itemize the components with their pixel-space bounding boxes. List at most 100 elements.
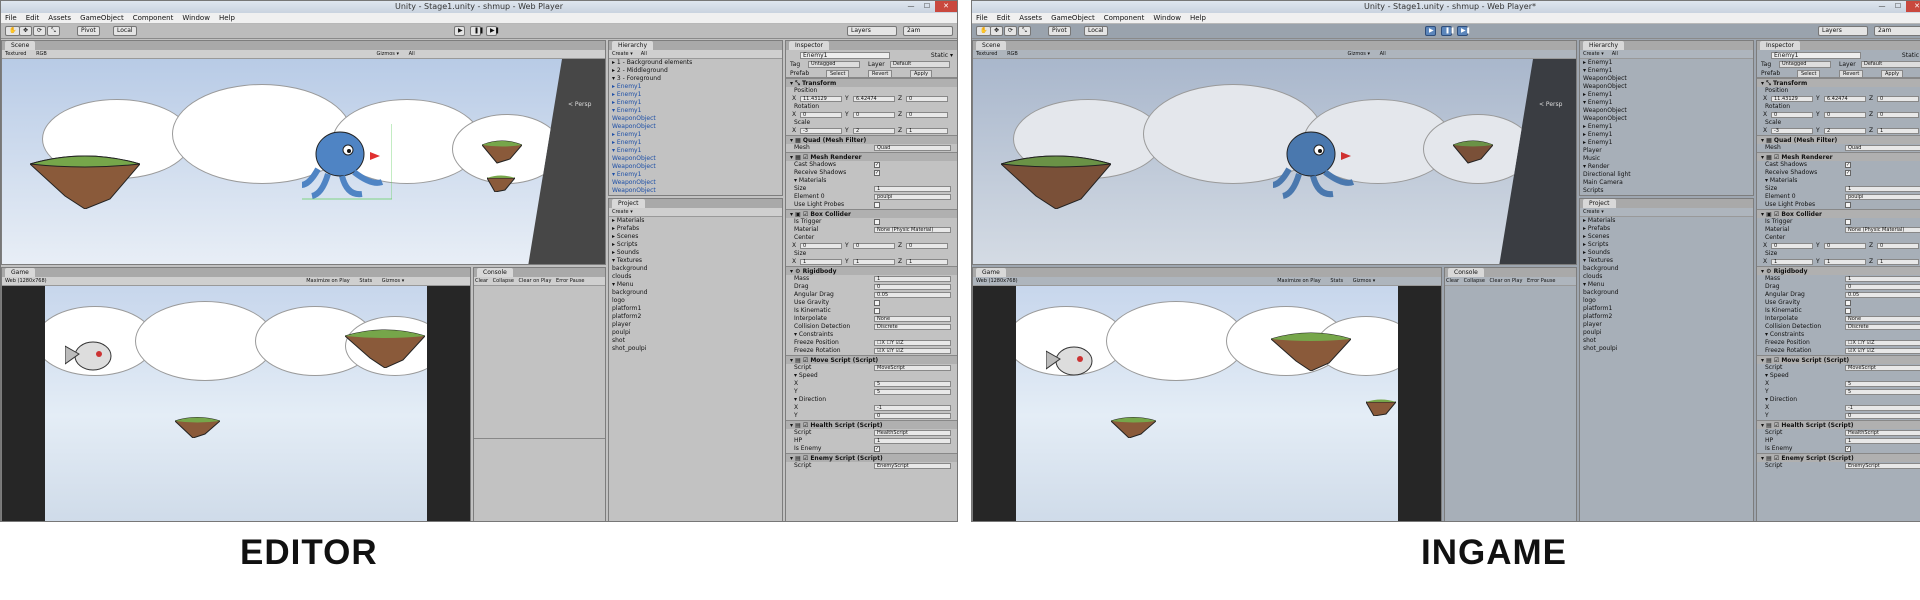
game-viewport[interactable] [2, 286, 470, 521]
tab-game[interactable]: Game [5, 268, 35, 277]
property-checkbox[interactable] [1845, 219, 1851, 225]
game-viewport[interactable] [973, 286, 1441, 521]
project-item[interactable]: ▸ Materials [1580, 217, 1753, 225]
vector-z-input[interactable]: 0 [906, 243, 948, 249]
hierarchy-item[interactable]: ▾ Enemy1 [1580, 99, 1753, 107]
property-checkbox[interactable]: ✓ [874, 162, 880, 168]
hierarchy-item[interactable]: ▸ Enemy1 [1580, 91, 1753, 99]
prefab-revert-button[interactable]: Revert [1839, 70, 1864, 78]
project-item[interactable]: ▾ Menu [1580, 281, 1753, 289]
game-gizmos-dropdown[interactable]: Gizmos ▾ [382, 277, 405, 286]
hierarchy-item[interactable]: Music [1580, 155, 1753, 163]
property-value[interactable]: 1 [874, 276, 951, 282]
shading-mode-dropdown[interactable]: Textured [5, 50, 26, 59]
hierarchy-item[interactable]: ▸ 2 - Middleground [609, 67, 782, 75]
component-header[interactable]: ▾ ⚙ Rigidbody [786, 266, 957, 275]
hierarchy-item[interactable]: ▾ Enemy1 [609, 171, 782, 179]
project-item[interactable]: clouds [609, 273, 782, 281]
property-value[interactable]: 0 [874, 413, 951, 419]
project-item[interactable]: ▾ Textures [1580, 257, 1753, 265]
pivot-toggle[interactable]: Pivot [77, 26, 100, 36]
component-header[interactable]: ▾ ▤ ☑ Health Script (Script) [1757, 420, 1920, 429]
hierarchy-item[interactable]: WeaponObject [609, 115, 782, 123]
project-item[interactable]: poulpi [609, 329, 782, 337]
component-header[interactable]: ▾ ▤ ☑ Move Script (Script) [1757, 355, 1920, 364]
project-item[interactable]: clouds [1580, 273, 1753, 281]
hierarchy-item[interactable]: Directional light [1580, 171, 1753, 179]
maximize-on-play-toggle[interactable]: Maximize on Play [1277, 277, 1321, 286]
hierarchy-item[interactable]: WeaponObject [1580, 75, 1753, 83]
project-create-button[interactable]: Create ▾ [612, 208, 633, 217]
menu-file[interactable]: File [976, 13, 988, 23]
tab-inspector[interactable]: Inspector [789, 41, 829, 50]
menu-component[interactable]: Component [1104, 13, 1145, 23]
rotate-tool-icon[interactable]: ⟳ [33, 26, 47, 36]
component-header[interactable]: ▾ ▦ ☑ Mesh Renderer [1757, 152, 1920, 161]
menu-file[interactable]: File [5, 13, 17, 23]
object-name-field[interactable]: Enemy1 [1771, 52, 1861, 59]
vector-x-input[interactable]: 11.43129 [800, 96, 842, 102]
prefab-select-button[interactable]: Select [1797, 70, 1821, 78]
property-value[interactable]: ☐X ☐Y ☑Z [874, 340, 951, 346]
console-clear-button[interactable]: Clear [1446, 277, 1459, 286]
minimize-button[interactable]: — [903, 1, 919, 12]
property-value[interactable]: HealthScript [1845, 430, 1920, 436]
layer-dropdown[interactable]: Default [1861, 61, 1920, 68]
property-value[interactable]: 1 [874, 186, 951, 192]
vector-x-input[interactable]: 0 [1771, 112, 1813, 118]
tab-game[interactable]: Game [976, 268, 1006, 277]
project-item[interactable]: poulpi [1580, 329, 1753, 337]
pivot-toggle[interactable]: Pivot [1048, 26, 1071, 36]
scene-viewport[interactable]: < Persp [2, 59, 605, 264]
property-value[interactable]: 0 [874, 284, 951, 290]
prefab-revert-button[interactable]: Revert [868, 70, 893, 78]
menu-assets[interactable]: Assets [48, 13, 71, 23]
menu-window[interactable]: Window [182, 13, 210, 23]
component-header[interactable]: ▾ ▣ ☑ Box Collider [786, 209, 957, 218]
property-value[interactable]: 1 [1845, 276, 1920, 282]
shading-mode-dropdown[interactable]: Textured [976, 50, 997, 59]
vector-y-input[interactable]: 0 [1824, 112, 1866, 118]
property-value[interactable]: 1 [874, 438, 951, 444]
tab-hierarchy[interactable]: Hierarchy [1583, 41, 1625, 50]
property-value[interactable]: None (Physic Material) [874, 227, 951, 233]
tab-hierarchy[interactable]: Hierarchy [612, 41, 654, 50]
project-item[interactable]: shot [1580, 337, 1753, 345]
tab-project[interactable]: Project [1583, 199, 1616, 208]
project-item[interactable]: player [609, 321, 782, 329]
scene-gizmos-dropdown[interactable]: Gizmos ▾ [376, 50, 399, 59]
project-item[interactable]: background [1580, 289, 1753, 297]
static-dropdown[interactable]: Static ▾ [931, 52, 953, 59]
prefab-apply-button[interactable]: Apply [1881, 70, 1904, 78]
component-header[interactable]: ▾ ▤ ☑ Enemy Script (Script) [1757, 453, 1920, 462]
tab-inspector[interactable]: Inspector [1760, 41, 1800, 50]
property-checkbox[interactable]: ✓ [1845, 170, 1851, 176]
property-checkbox[interactable] [874, 308, 880, 314]
render-mode-dropdown[interactable]: RGB [36, 50, 47, 59]
prefab-apply-button[interactable]: Apply [910, 70, 933, 78]
hierarchy-search-input[interactable]: All [1612, 50, 1618, 59]
property-value[interactable]: poulpi [1845, 194, 1920, 200]
project-item[interactable]: player [1580, 321, 1753, 329]
project-item[interactable]: ▸ Prefabs [1580, 225, 1753, 233]
hierarchy-item[interactable]: ▸ Enemy1 [609, 131, 782, 139]
menu-assets[interactable]: Assets [1019, 13, 1042, 23]
pause-button[interactable]: ❚❚ [470, 26, 484, 36]
hierarchy-item[interactable]: ▾ Enemy1 [1580, 67, 1753, 75]
project-item[interactable]: platform1 [1580, 305, 1753, 313]
property-value[interactable]: EnemyScript [874, 463, 951, 469]
prefab-select-button[interactable]: Select [826, 70, 850, 78]
menu-gameobject[interactable]: GameObject [80, 13, 124, 23]
hierarchy-item[interactable]: WeaponObject [1580, 115, 1753, 123]
menu-help[interactable]: Help [219, 13, 235, 23]
console-clear-on-play-toggle[interactable]: Clear on Play [519, 277, 552, 286]
hierarchy-item[interactable]: ▸ Enemy1 [1580, 123, 1753, 131]
scale-tool-icon[interactable]: ⤡ [47, 26, 60, 36]
console-clear-button[interactable]: Clear [475, 277, 488, 286]
property-checkbox[interactable] [1845, 202, 1851, 208]
persp-label[interactable]: < Persp [1539, 101, 1562, 108]
console-error-pause-toggle[interactable]: Error Pause [1527, 277, 1555, 286]
menu-edit[interactable]: Edit [997, 13, 1011, 23]
project-item[interactable]: ▸ Scripts [609, 241, 782, 249]
project-item[interactable]: platform1 [609, 305, 782, 313]
